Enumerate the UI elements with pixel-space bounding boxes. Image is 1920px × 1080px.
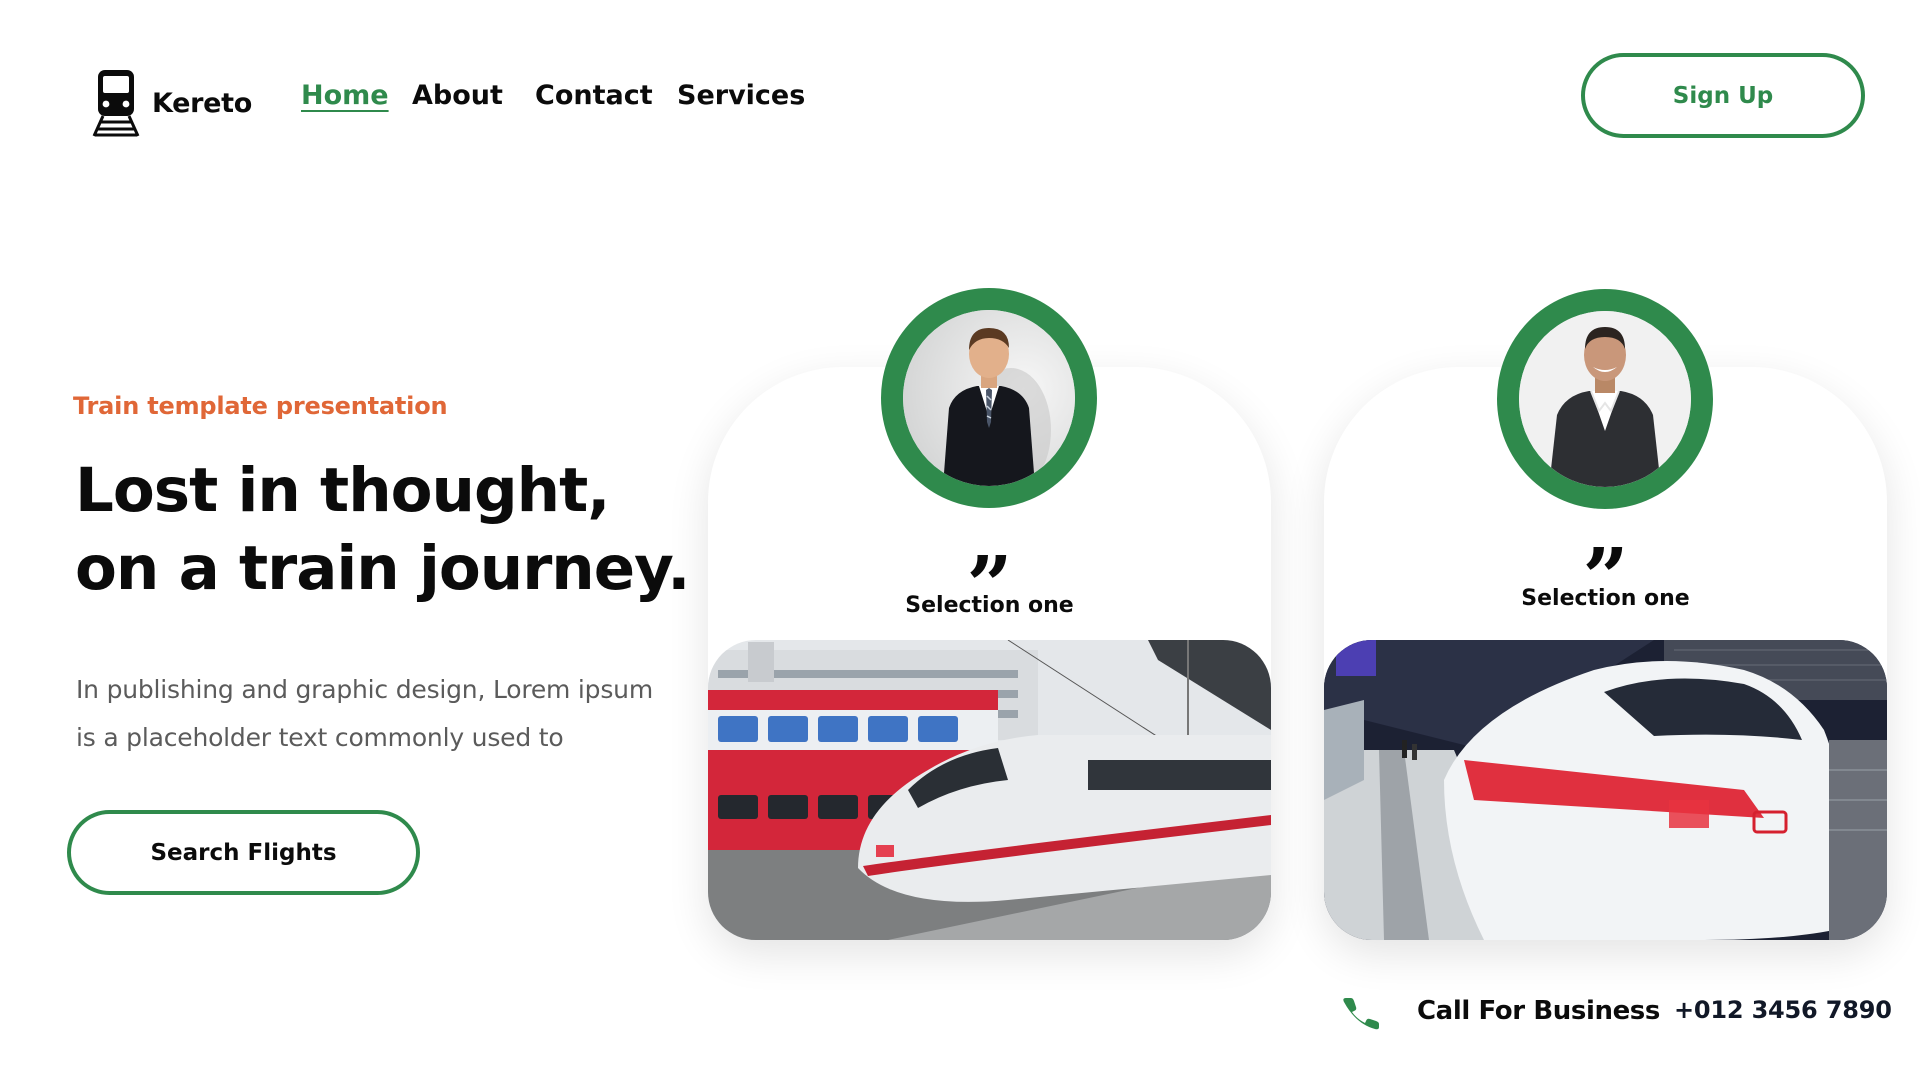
- selection-card-2[interactable]: ” Selection one: [1324, 289, 1887, 940]
- phone-number-link[interactable]: +012 3456 7890: [1674, 996, 1892, 1024]
- brand-logo[interactable]: Kereto: [92, 68, 252, 138]
- train-photo: [708, 640, 1271, 940]
- avatar: [881, 288, 1097, 508]
- main-nav: Home About Contact Services: [301, 80, 817, 111]
- selection-card-1[interactable]: ” Selection one: [708, 288, 1271, 940]
- nav-contact-link[interactable]: Contact: [535, 80, 677, 111]
- man-in-suit-avatar-image: [903, 310, 1075, 486]
- description-line-1: In publishing and graphic design, Lorem …: [76, 675, 653, 704]
- headline-line-2: on a train journey.: [75, 533, 690, 604]
- train-icon: [92, 70, 140, 137]
- call-for-business-label: Call For Business: [1417, 996, 1660, 1026]
- hero-headline: Lost in thought, on a train journey.: [75, 452, 690, 608]
- card-title: Selection one: [905, 593, 1074, 618]
- brand-name: Kereto: [152, 87, 253, 119]
- search-flights-button[interactable]: Search Flights: [67, 810, 420, 895]
- nav-home-link[interactable]: Home: [301, 80, 412, 111]
- headline-line-1: Lost in thought,: [75, 455, 610, 526]
- train-photo: [1324, 640, 1887, 940]
- phone-icon: [1343, 998, 1379, 1030]
- card-title: Selection one: [1521, 586, 1690, 611]
- hero-eyebrow: Train template presentation: [73, 392, 448, 420]
- description-line-2: is a placeholder text commonly used to: [76, 723, 564, 752]
- ice-train-indoor-image: [1324, 640, 1887, 940]
- ice-train-outdoor-image: [708, 640, 1271, 940]
- hero-description: In publishing and graphic design, Lorem …: [76, 666, 676, 762]
- smiling-man-avatar-image: [1519, 311, 1691, 487]
- avatar: [1497, 289, 1713, 509]
- nav-services-link[interactable]: Services: [677, 80, 817, 111]
- nav-about-link[interactable]: About: [412, 80, 535, 111]
- sign-up-button[interactable]: Sign Up: [1581, 53, 1865, 138]
